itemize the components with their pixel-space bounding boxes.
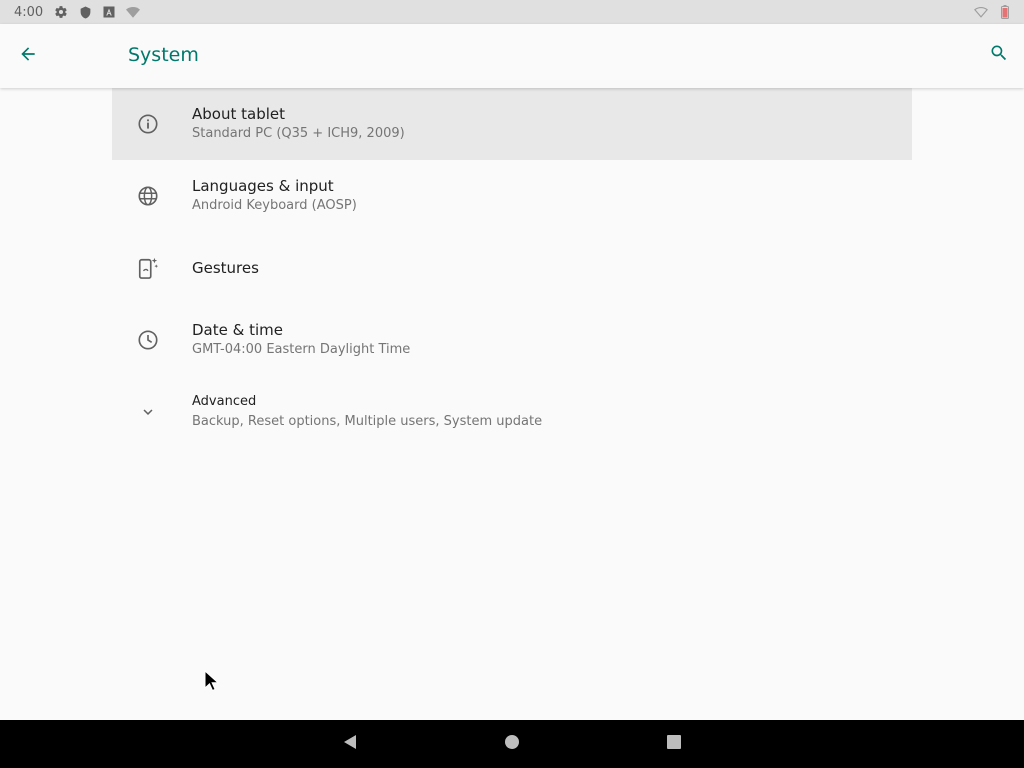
list-item-advanced[interactable]: Advanced Backup, Reset options, Multiple… bbox=[112, 376, 912, 448]
item-subtitle: Standard PC (Q35 + ICH9, 2009) bbox=[192, 126, 405, 141]
list-item-languages-input[interactable]: Languages & input Android Keyboard (AOSP… bbox=[112, 160, 912, 232]
search-button[interactable] bbox=[986, 42, 1012, 68]
wifi-question-icon bbox=[126, 5, 140, 19]
page-title: System bbox=[128, 44, 199, 66]
item-title: About tablet bbox=[192, 105, 285, 123]
item-subtitle: GMT-04:00 Eastern Daylight Time bbox=[192, 342, 411, 357]
home-circle-icon bbox=[504, 734, 520, 754]
settings-icon bbox=[54, 5, 68, 19]
status-right-icons bbox=[964, 5, 1012, 19]
shield-icon bbox=[78, 5, 92, 19]
item-title: Languages & input bbox=[192, 177, 334, 195]
status-bar: 4:00 bbox=[0, 0, 1024, 24]
back-triangle-icon bbox=[342, 734, 358, 754]
app-bar: System bbox=[0, 24, 1024, 88]
nav-back-button[interactable] bbox=[340, 734, 360, 754]
battery-icon bbox=[998, 5, 1012, 19]
android-screen: 4:00 System About tablet Standard PC (Q3… bbox=[0, 0, 1024, 768]
item-title: Date & time bbox=[192, 321, 283, 339]
navigation-bar bbox=[0, 720, 1024, 768]
info-icon bbox=[136, 112, 160, 136]
list-item-about-tablet[interactable]: About tablet Standard PC (Q35 + ICH9, 20… bbox=[112, 88, 912, 160]
arrow-back-icon bbox=[18, 44, 38, 68]
list-item-gestures[interactable]: Gestures bbox=[112, 232, 912, 304]
nav-recents-button[interactable] bbox=[664, 734, 684, 754]
item-subtitle: Android Keyboard (AOSP) bbox=[192, 198, 357, 213]
gestures-icon bbox=[136, 256, 160, 280]
item-title: Advanced bbox=[192, 394, 257, 409]
list-item-date-time[interactable]: Date & time GMT-04:00 Eastern Daylight T… bbox=[112, 304, 912, 376]
chevron-down-icon bbox=[136, 400, 160, 424]
wifi-icon bbox=[974, 5, 988, 19]
nav-home-button[interactable] bbox=[502, 734, 522, 754]
a-app-icon bbox=[102, 5, 116, 19]
item-title: Gestures bbox=[192, 259, 259, 277]
item-subtitle: Backup, Reset options, Multiple users, S… bbox=[192, 414, 543, 429]
clock-icon bbox=[136, 328, 160, 352]
search-icon bbox=[989, 43, 1009, 67]
globe-icon bbox=[136, 184, 160, 208]
back-button[interactable] bbox=[14, 42, 42, 70]
settings-list: About tablet Standard PC (Q35 + ICH9, 20… bbox=[112, 88, 912, 448]
recents-square-icon bbox=[666, 734, 682, 754]
status-time: 4:00 bbox=[14, 4, 44, 20]
mouse-cursor-icon bbox=[204, 669, 220, 692]
